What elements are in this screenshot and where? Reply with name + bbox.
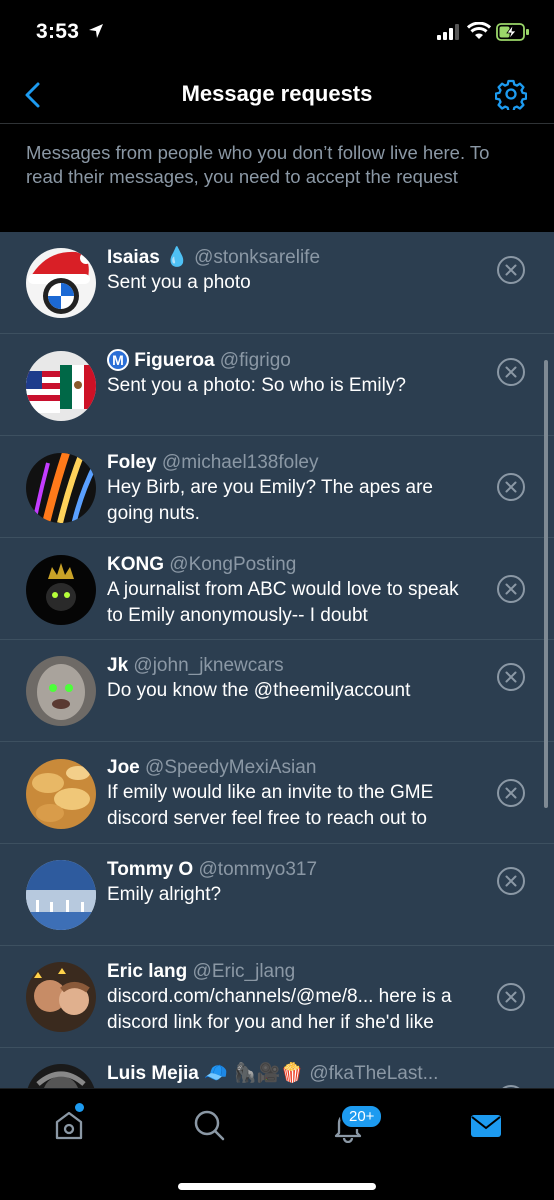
location-arrow-icon: [89, 24, 103, 38]
list-item[interactable]: Luis Mejia 🧢 🦍🎥🍿 @fkaTheLast...: [0, 1048, 554, 1088]
list-item[interactable]: Jk @john_jknewcars Do you know the @thee…: [0, 640, 554, 742]
message-request-list[interactable]: Isaias 💧 @stonksarelife Sent you a photo…: [0, 232, 554, 1088]
message-preview: Emily alright?: [107, 884, 222, 905]
sender-name: Tommy O: [107, 859, 194, 880]
message-preview: Sent you a photo: So who is Emily?: [107, 375, 406, 396]
home-indicator: [178, 1183, 376, 1190]
message-preview: discord.com/channels/@me/8... here is a …: [107, 986, 452, 1033]
avatar[interactable]: [26, 351, 96, 421]
close-circle-icon[interactable]: [496, 574, 526, 604]
page-title: Message requests: [181, 81, 373, 106]
home-unread-dot: [75, 1103, 84, 1112]
search-icon[interactable]: [191, 1107, 227, 1143]
sender-handle: @figrigo: [219, 350, 291, 371]
close-circle-icon[interactable]: [496, 982, 526, 1012]
sender-name: Jk: [107, 655, 129, 676]
sender-handle: @Eric_jlang: [192, 961, 296, 982]
avatar[interactable]: [26, 453, 96, 523]
list-item[interactable]: Isaias 💧 @stonksarelife Sent you a photo: [0, 232, 554, 334]
close-circle-icon[interactable]: [496, 866, 526, 896]
avatar[interactable]: [26, 962, 96, 1032]
sender-name: Foley: [107, 452, 157, 473]
close-circle-icon[interactable]: [496, 255, 526, 285]
avatar[interactable]: [26, 656, 96, 726]
scrollbar[interactable]: [544, 360, 548, 808]
close-circle-icon[interactable]: [496, 357, 526, 387]
avatar[interactable]: [26, 555, 96, 625]
cellular-signal-icon: [437, 24, 459, 40]
sender-handle: @michael138foley: [161, 452, 319, 473]
sender-name: Isaias: [107, 247, 160, 268]
sender-handle: @fkaTheLast...: [309, 1063, 439, 1084]
m-badge-icon: M: [107, 349, 129, 371]
status-bar: 3:53: [0, 0, 554, 66]
list-item[interactable]: KONG @KongPosting A journalist from ABC …: [0, 538, 554, 640]
sender-name: Eric lang: [107, 961, 188, 982]
top-navigation-bar: Message requests: [0, 66, 554, 124]
message-preview: Sent you a photo: [107, 272, 251, 293]
message-preview: Hey Birb, are you Emily? The apes are go…: [107, 477, 433, 524]
close-circle-icon[interactable]: [496, 662, 526, 692]
close-circle-icon[interactable]: [496, 778, 526, 808]
verified-emoji: 💧: [165, 247, 189, 268]
avatar[interactable]: [26, 1064, 96, 1088]
message-preview: Do you know the @theemilyaccount: [107, 680, 411, 701]
avatar[interactable]: [26, 248, 96, 318]
message-preview: A journalist from ABC would love to spea…: [107, 579, 459, 626]
emoji-string: 🧢 🦍🎥🍿: [204, 1063, 305, 1084]
notifications-badge: 20+: [340, 1104, 384, 1129]
sender-handle: @tommyo317: [198, 859, 318, 880]
battery-charging-icon: [496, 23, 529, 41]
message-preview: If emily would like an invite to the GME…: [107, 782, 434, 829]
sender-name: Luis Mejia: [107, 1063, 199, 1084]
sender-handle: @SpeedyMexiAsian: [145, 757, 317, 778]
list-item[interactable]: Foley @michael138foley Hey Birb, are you…: [0, 436, 554, 538]
sender-handle: @john_jknewcars: [133, 655, 284, 676]
list-item[interactable]: Joe @SpeedyMexiAsian If emily would like…: [0, 742, 554, 844]
info-text: Messages from people who you don’t follo…: [26, 142, 490, 187]
sender-handle: @stonksarelife: [194, 247, 321, 268]
wifi-icon: [467, 22, 491, 39]
status-time: 3:53: [36, 20, 80, 43]
gear-icon[interactable]: [495, 78, 527, 110]
avatar[interactable]: [26, 860, 96, 930]
sender-name: KONG: [107, 554, 164, 575]
sender-name: Figueroa: [134, 350, 215, 371]
list-item[interactable]: Eric lang @Eric_jlang discord.com/channe…: [0, 946, 554, 1048]
sender-handle: @KongPosting: [169, 554, 297, 575]
avatar[interactable]: [26, 759, 96, 829]
list-item[interactable]: M Figueroa @figrigo Sent you a photo: So…: [0, 334, 554, 436]
mail-icon[interactable]: [468, 1107, 504, 1143]
home-icon[interactable]: [51, 1107, 87, 1143]
list-item[interactable]: Tommy O @tommyo317 Emily alright?: [0, 844, 554, 946]
close-circle-icon[interactable]: [496, 472, 526, 502]
sender-name: Joe: [107, 757, 140, 778]
bottom-tab-bar: 20+: [0, 1088, 554, 1200]
